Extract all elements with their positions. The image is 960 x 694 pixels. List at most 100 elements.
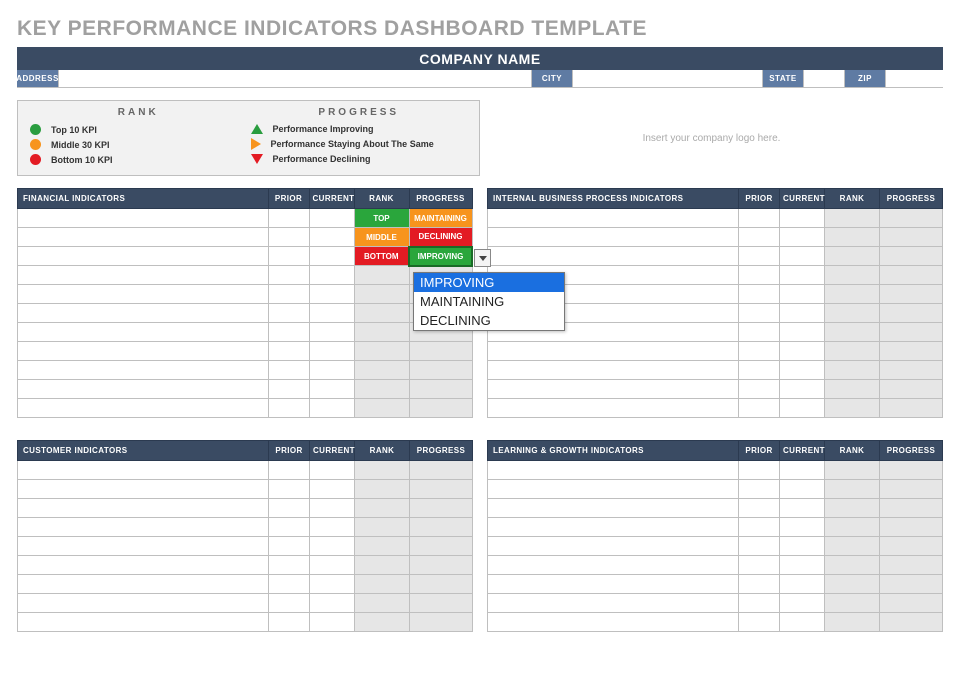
- cell-progress[interactable]: MAINTAINING: [409, 209, 472, 228]
- cell-rank[interactable]: BOTTOM: [354, 247, 409, 266]
- cell-current[interactable]: [309, 380, 354, 399]
- cell-rank[interactable]: [825, 480, 880, 499]
- cell-current[interactable]: [780, 575, 825, 594]
- cell-rank[interactable]: [355, 518, 410, 537]
- cell-prior[interactable]: [268, 266, 309, 285]
- cell-prior[interactable]: [739, 537, 780, 556]
- cell-name[interactable]: [488, 499, 739, 518]
- cell-progress[interactable]: [410, 499, 473, 518]
- cell-rank[interactable]: [354, 380, 409, 399]
- cell-prior[interactable]: [268, 380, 309, 399]
- cell-current[interactable]: [310, 613, 355, 632]
- cell-name[interactable]: [18, 285, 269, 304]
- cell-prior[interactable]: [269, 537, 310, 556]
- cell-prior[interactable]: [269, 499, 310, 518]
- cell-current[interactable]: [309, 266, 354, 285]
- cell-name[interactable]: [488, 518, 739, 537]
- cell-prior[interactable]: [739, 518, 780, 537]
- cell-prior[interactable]: [269, 461, 310, 480]
- cell-prior[interactable]: [268, 285, 309, 304]
- cell-prior[interactable]: [269, 613, 310, 632]
- cell-name[interactable]: [488, 399, 739, 418]
- cell-prior[interactable]: [739, 228, 780, 247]
- cell-prior[interactable]: [739, 342, 780, 361]
- cell-progress[interactable]: [880, 537, 943, 556]
- cell-progress[interactable]: [880, 518, 943, 537]
- cell-prior[interactable]: [268, 342, 309, 361]
- cell-current[interactable]: [309, 399, 354, 418]
- cell-prior[interactable]: [269, 556, 310, 575]
- cell-prior[interactable]: [268, 228, 309, 247]
- cell-current[interactable]: [780, 537, 825, 556]
- cell-progress[interactable]: [409, 399, 472, 418]
- cell-rank[interactable]: [355, 556, 410, 575]
- cell-current[interactable]: [309, 323, 354, 342]
- cell-prior[interactable]: [739, 380, 780, 399]
- cell-rank[interactable]: [825, 266, 880, 285]
- cell-rank[interactable]: [825, 304, 880, 323]
- cell-prior[interactable]: [268, 247, 309, 266]
- cell-prior[interactable]: [739, 556, 780, 575]
- cell-rank[interactable]: [354, 323, 409, 342]
- cell-rank[interactable]: [825, 228, 880, 247]
- cell-progress[interactable]: [880, 380, 943, 399]
- city-value[interactable]: [573, 70, 763, 87]
- cell-rank[interactable]: [355, 613, 410, 632]
- cell-name[interactable]: [18, 304, 269, 323]
- cell-rank[interactable]: MIDDLE: [354, 228, 409, 247]
- cell-rank[interactable]: [354, 285, 409, 304]
- cell-rank[interactable]: [825, 556, 880, 575]
- dropdown-button[interactable]: [474, 249, 491, 267]
- cell-name[interactable]: [488, 228, 739, 247]
- cell-prior[interactable]: [268, 323, 309, 342]
- cell-name[interactable]: [18, 594, 269, 613]
- cell-rank[interactable]: [825, 518, 880, 537]
- cell-name[interactable]: [488, 209, 739, 228]
- cell-current[interactable]: [780, 323, 825, 342]
- logo-placeholder[interactable]: Insert your company logo here.: [480, 100, 943, 176]
- cell-prior[interactable]: [269, 480, 310, 499]
- cell-current[interactable]: [310, 537, 355, 556]
- cell-progress[interactable]: [880, 228, 943, 247]
- cell-name[interactable]: [18, 556, 269, 575]
- cell-progress[interactable]: [410, 575, 473, 594]
- cell-progress[interactable]: [880, 556, 943, 575]
- cell-progress[interactable]: [880, 499, 943, 518]
- cell-current[interactable]: [780, 518, 825, 537]
- cell-progress[interactable]: [410, 537, 473, 556]
- cell-rank[interactable]: [825, 323, 880, 342]
- cell-rank[interactable]: [825, 461, 880, 480]
- cell-prior[interactable]: [739, 499, 780, 518]
- cell-prior[interactable]: [739, 266, 780, 285]
- cell-name[interactable]: [18, 575, 269, 594]
- dropdown-option[interactable]: DECLINING: [414, 311, 564, 330]
- cell-current[interactable]: [780, 399, 825, 418]
- cell-progress[interactable]: [880, 247, 943, 266]
- cell-progress[interactable]: [880, 575, 943, 594]
- cell-prior[interactable]: [268, 304, 309, 323]
- cell-progress[interactable]: [409, 361, 472, 380]
- cell-name[interactable]: [18, 518, 269, 537]
- cell-current[interactable]: [309, 247, 354, 266]
- cell-prior[interactable]: [268, 399, 309, 418]
- cell-rank[interactable]: [355, 499, 410, 518]
- cell-name[interactable]: [18, 537, 269, 556]
- cell-name[interactable]: [488, 594, 739, 613]
- cell-progress[interactable]: [880, 594, 943, 613]
- cell-name[interactable]: [18, 399, 269, 418]
- cell-name[interactable]: [488, 247, 739, 266]
- cell-progress[interactable]: [880, 285, 943, 304]
- cell-current[interactable]: [310, 575, 355, 594]
- cell-prior[interactable]: [739, 480, 780, 499]
- cell-progress[interactable]: [880, 304, 943, 323]
- cell-current[interactable]: [780, 304, 825, 323]
- cell-rank[interactable]: [355, 575, 410, 594]
- cell-progress[interactable]: [880, 266, 943, 285]
- cell-progress[interactable]: [410, 461, 473, 480]
- cell-current[interactable]: [309, 209, 354, 228]
- cell-current[interactable]: [780, 556, 825, 575]
- cell-prior[interactable]: [269, 594, 310, 613]
- cell-prior[interactable]: [739, 247, 780, 266]
- cell-name[interactable]: [18, 266, 269, 285]
- cell-rank[interactable]: [354, 304, 409, 323]
